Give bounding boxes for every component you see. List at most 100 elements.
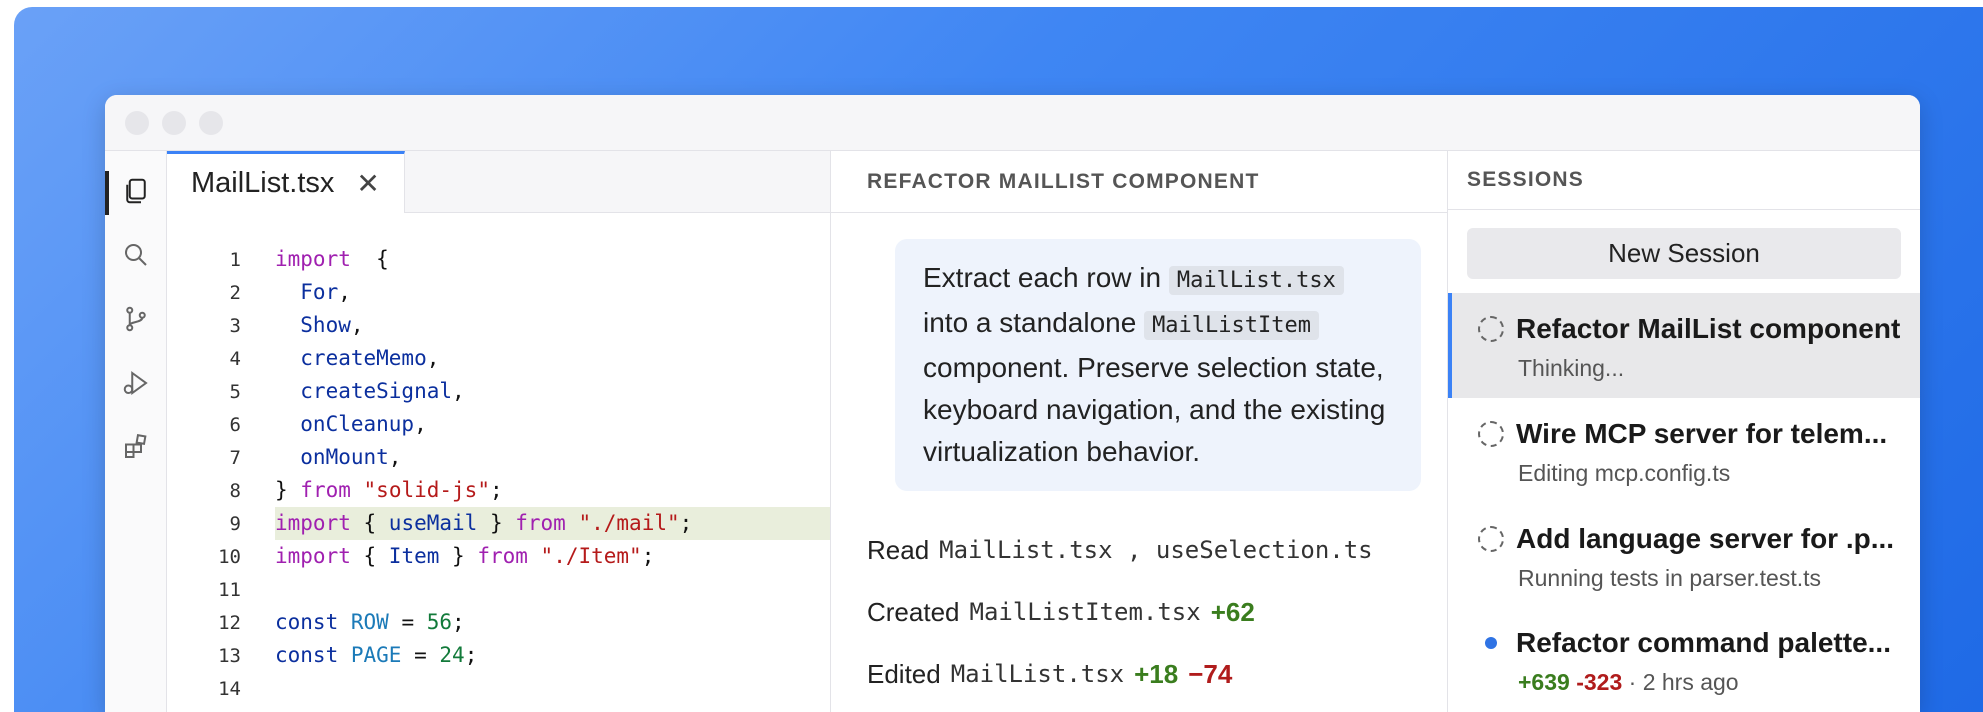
session-status: Running tests in parser.test.ts <box>1518 564 1821 591</box>
code-token: ; <box>464 643 478 667</box>
code-token: import <box>275 544 351 568</box>
line-number: 1 <box>229 248 241 271</box>
close-icon[interactable]: ✕ <box>356 167 379 200</box>
line-number: 2 <box>229 281 241 304</box>
action-read: Read MailList.tsx , useSelection.ts <box>831 519 1447 581</box>
line-number: 3 <box>229 314 241 337</box>
maximize-window-button[interactable] <box>199 110 223 135</box>
code-line[interactable]: 7 onMount, <box>167 441 830 474</box>
component-chip: MailListItem <box>1144 311 1320 340</box>
code-token: const <box>275 643 339 667</box>
code-line[interactable]: 1 import { <box>167 243 830 276</box>
code-line[interactable]: 9 import { useMail } from "./mail"; <box>167 507 830 540</box>
code-area[interactable]: 1 import {2 For, 3 Show, 4 createMemo, 5 cre… <box>167 213 830 705</box>
extensions-button[interactable] <box>116 427 156 467</box>
session-title: Add language server for .p... <box>1516 522 1895 554</box>
code-editor: MailList.tsx ✕ 1 import {2 For, 3 Show, 4 c… <box>167 151 831 712</box>
code-line[interactable]: 6 onCleanup, <box>167 408 830 441</box>
session-item[interactable]: Refactor MailList component Thinking... <box>1448 293 1920 399</box>
code-line[interactable]: 8 } from "solid-js"; <box>167 474 830 507</box>
code-token: createMemo <box>275 346 427 370</box>
line-number: 10 <box>218 545 241 568</box>
session-status: Editing mcp.config.ts <box>1518 460 1731 487</box>
code-line[interactable]: 3 Show, <box>167 309 830 342</box>
code-token: ROW <box>350 610 389 634</box>
activity-bar <box>105 151 167 712</box>
code-line[interactable]: 4 createMemo, <box>167 342 830 375</box>
session-status: +639 -323 · 2 hrs ago <box>1478 669 1920 696</box>
code-line[interactable]: 14 <box>167 672 830 705</box>
code-token: } <box>477 511 516 535</box>
background-edge <box>0 40 14 712</box>
session-item[interactable]: Wire MCP server for telem... Editing mcp… <box>1448 398 1920 503</box>
code-line[interactable]: 12 const ROW = 56; <box>167 606 830 639</box>
line-source: Show, <box>275 309 830 342</box>
code-token: 24 <box>439 643 465 667</box>
prompt-text: component. Preserve selection state, key… <box>923 352 1386 467</box>
code-token: ; <box>489 478 503 502</box>
agent-chat-panel: REFACTOR MAILLIST COMPONENT Extract each… <box>831 151 1448 712</box>
code-line[interactable]: 13 const PAGE = 24; <box>167 639 830 672</box>
close-window-button[interactable] <box>125 110 149 135</box>
code-token: createSignal <box>275 379 453 403</box>
line-source: } from "solid-js"; <box>275 474 830 507</box>
spinner-icon <box>1478 421 1504 448</box>
line-number: 13 <box>218 644 241 667</box>
code-token: "./mail" <box>578 511 680 535</box>
code-token: import <box>275 247 351 271</box>
new-session-button[interactable]: New Session <box>1467 228 1901 280</box>
sessions-title: SESSIONS <box>1448 151 1920 211</box>
file-chip: MailList.tsx <box>1168 266 1344 295</box>
user-prompt-bubble: Extract each row in MailList.tsx into a … <box>895 239 1421 491</box>
line-source: import { useMail } from "./mail"; <box>275 507 830 540</box>
line-source: const ROW = 56; <box>275 606 830 639</box>
code-token: from <box>515 511 566 535</box>
code-line[interactable]: 2 For, <box>167 276 830 309</box>
code-token: { <box>350 511 389 535</box>
lines-removed: -323 <box>1576 669 1623 696</box>
action-files[interactable]: MailListItem.tsx <box>970 598 1201 626</box>
line-number: 6 <box>229 413 241 436</box>
code-line[interactable]: 5 createSignal, <box>167 375 830 408</box>
code-line[interactable]: 10 import { Item } from "./Item"; <box>167 540 830 573</box>
code-token: , <box>338 280 351 304</box>
action-created: Created MailListItem.tsx +62 <box>831 581 1447 643</box>
search-button[interactable] <box>116 235 156 275</box>
line-source: For, <box>275 276 830 309</box>
extensions-icon <box>124 433 147 458</box>
action-files[interactable]: MailList.tsx , useSelection.ts <box>939 536 1372 564</box>
search-icon <box>124 244 147 266</box>
action-files[interactable]: MailList.tsx <box>951 660 1124 688</box>
code-token: from <box>300 478 351 502</box>
minimize-window-button[interactable] <box>162 110 186 135</box>
line-number: 11 <box>218 578 241 601</box>
line-source: createSignal, <box>275 375 830 408</box>
code-token: "./Item" <box>540 544 642 568</box>
tab-maillist[interactable]: MailList.tsx ✕ <box>167 151 405 213</box>
session-item[interactable]: Add language server for .p... Running te… <box>1448 503 1920 608</box>
code-token: , <box>452 379 465 403</box>
line-number: 4 <box>229 347 241 370</box>
code-token: , <box>388 445 402 469</box>
line-number: 8 <box>229 479 241 502</box>
code-token: from <box>477 544 528 568</box>
session-time: · 2 hrs ago <box>1622 669 1739 696</box>
tab-label: MailList.tsx <box>191 167 335 199</box>
source-control-button[interactable] <box>116 299 156 339</box>
code-token: = <box>388 610 427 634</box>
line-number: 5 <box>229 380 241 403</box>
code-line[interactable]: 11 <box>167 573 830 606</box>
run-debug-icon <box>123 371 148 395</box>
line-source: createMemo, <box>275 342 830 375</box>
run-debug-button[interactable] <box>116 363 156 403</box>
session-item[interactable]: Refactor command palette... +639 -323 · … <box>1448 607 1920 712</box>
code-token: onCleanup <box>275 412 415 436</box>
explorer-button[interactable] <box>105 171 156 215</box>
session-title: Refactor command palette... <box>1516 627 1891 659</box>
line-source <box>275 573 830 606</box>
code-token: , <box>426 346 440 370</box>
